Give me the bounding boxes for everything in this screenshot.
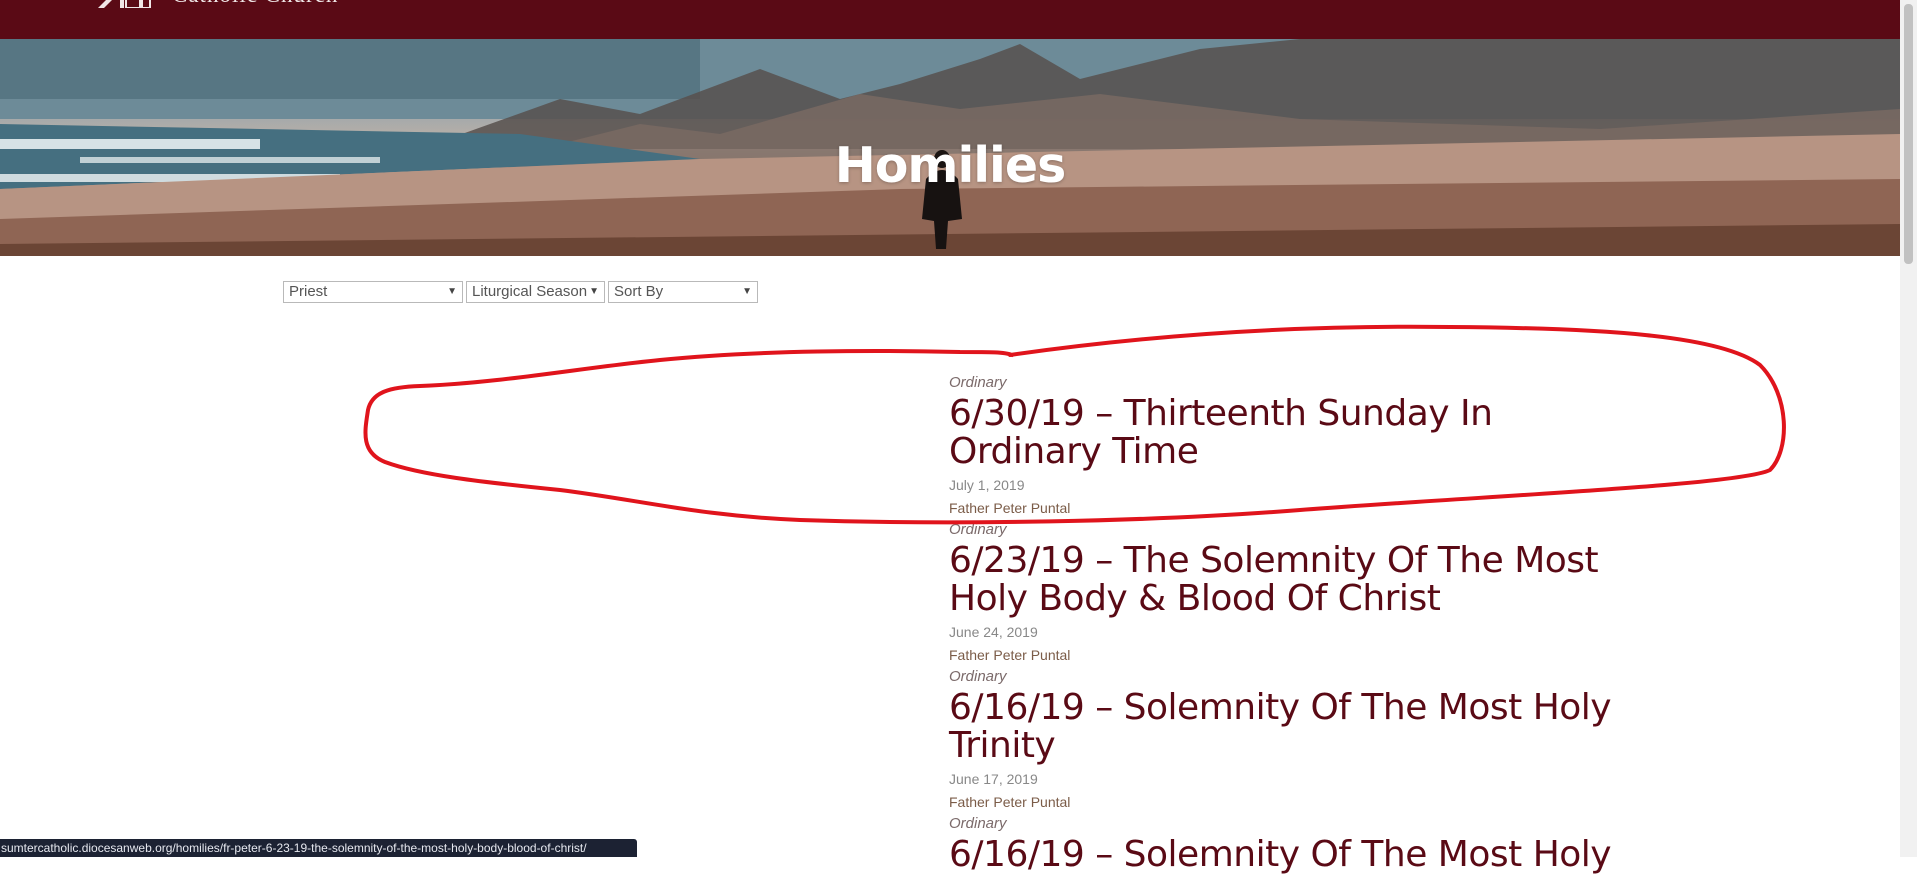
list-item: Ordinary 6/16/19 – Solemnity Of The Most…: [949, 667, 1629, 814]
hero-banner: Homilies: [0, 39, 1900, 256]
list-item: Ordinary 6/30/19 – Thirteenth Sunday In …: [949, 373, 1629, 520]
liturgical-season-select-label: Liturgical Season: [472, 283, 588, 300]
list-item: Ordinary 6/23/19 – The Solemnity Of The …: [949, 520, 1629, 667]
homily-title-link[interactable]: 6/30/19 – Thirteenth Sunday In Ordinary …: [949, 395, 1629, 471]
priest-select-label: Priest: [289, 283, 328, 300]
chevron-down-icon: ▼: [447, 286, 457, 297]
homily-author[interactable]: Father Peter Puntal: [949, 791, 1629, 814]
homily-author[interactable]: Father Peter Puntal: [949, 497, 1629, 520]
church-logo-icon: [98, 0, 151, 8]
homily-title-link[interactable]: 6/23/19 – The Solemnity Of The Most Holy…: [949, 542, 1629, 618]
homily-season[interactable]: Ordinary: [949, 373, 1629, 393]
homily-date: June 24, 2019: [949, 624, 1038, 640]
homily-season[interactable]: Ordinary: [949, 667, 1629, 687]
homily-author[interactable]: Father Peter Puntal: [949, 644, 1629, 667]
liturgical-season-select[interactable]: Liturgical Season ▼: [466, 281, 605, 303]
homily-season[interactable]: Ordinary: [949, 814, 1629, 834]
scrollbar-thumb[interactable]: [1904, 4, 1913, 264]
sort-by-select[interactable]: Sort By ▼: [608, 281, 758, 303]
priest-select[interactable]: Priest ▼: [283, 281, 463, 303]
homily-title-link[interactable]: 6/16/19 – Solemnity Of The Most Holy Tri…: [949, 689, 1629, 765]
chevron-down-icon: ▼: [742, 286, 752, 297]
homily-season[interactable]: Ordinary: [949, 520, 1629, 540]
homily-date: June 17, 2019: [949, 771, 1038, 787]
list-item: Ordinary 6/16/19 – Solemnity Of The Most…: [949, 814, 1629, 874]
site-header: Catholic Church: [0, 0, 1900, 39]
sort-by-select-label: Sort By: [614, 283, 664, 300]
homily-date: July 1, 2019: [949, 477, 1025, 493]
page-title: Homilies: [834, 137, 1067, 194]
browser-status-url: sumtercatholic.diocesanweb.org/homilies/…: [0, 839, 637, 857]
logo-text: Catholic Church: [172, 0, 338, 8]
vertical-scrollbar[interactable]: [1900, 0, 1917, 857]
chevron-down-icon: ▼: [589, 286, 599, 297]
homily-title-link[interactable]: 6/16/19 – Solemnity Of The Most Holy: [949, 836, 1629, 874]
homilies-list: Ordinary 6/30/19 – Thirteenth Sunday In …: [949, 373, 1629, 877]
